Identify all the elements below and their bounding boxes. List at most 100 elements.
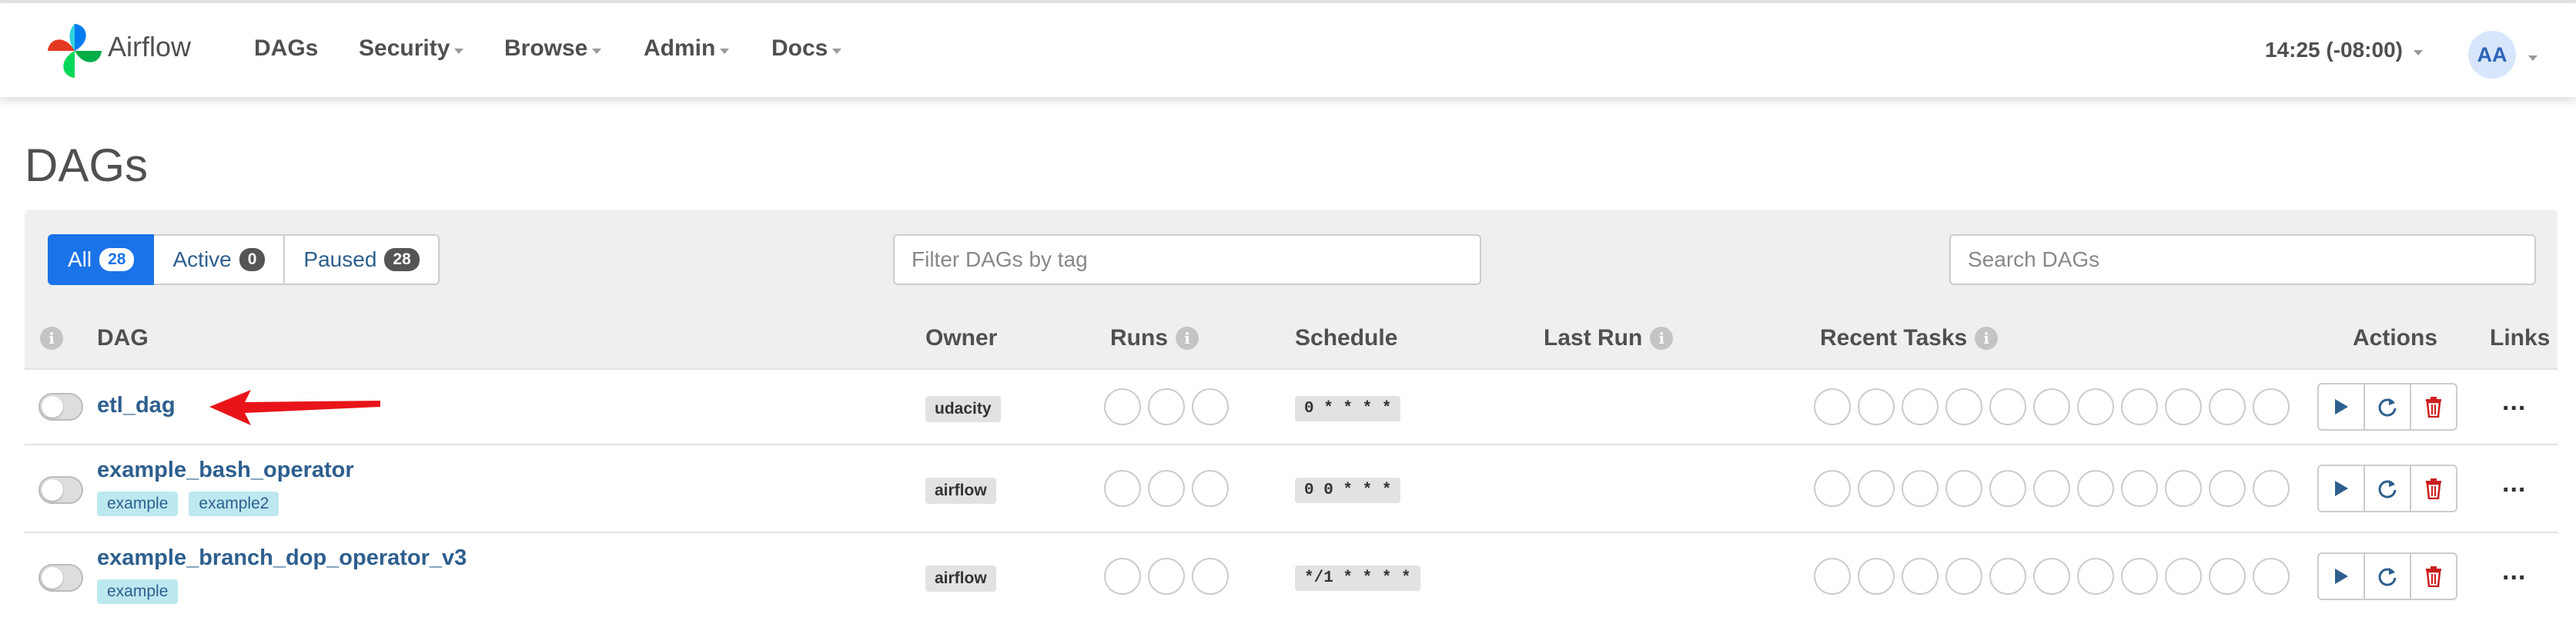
more-dots-icon[interactable]: ... <box>2502 468 2526 498</box>
more-dots-icon[interactable]: ... <box>2502 387 2526 417</box>
search-dags-input[interactable] <box>1949 234 2536 285</box>
task-state-circle[interactable] <box>1814 558 1851 595</box>
task-state-circle[interactable] <box>2077 388 2114 425</box>
task-state-circle[interactable] <box>1945 470 1982 507</box>
tag-filter-input[interactable] <box>893 234 1481 285</box>
task-state-circle[interactable] <box>1814 470 1851 507</box>
task-state-circle[interactable] <box>2209 470 2246 507</box>
owner-badge[interactable]: airflow <box>925 566 996 592</box>
timezone-dropdown[interactable]: 14:25 (-08:00) <box>2265 38 2423 62</box>
user-avatar[interactable]: AA <box>2468 31 2516 79</box>
task-state-circle[interactable] <box>2165 388 2202 425</box>
task-state-circle[interactable] <box>1902 388 1939 425</box>
run-state-circle[interactable] <box>1104 388 1141 425</box>
info-icon[interactable]: i <box>1650 327 1674 350</box>
tag-badge[interactable]: example <box>97 579 179 604</box>
tag-badge[interactable]: example <box>97 492 179 516</box>
task-state-circle[interactable] <box>1814 388 1851 425</box>
task-state-circle[interactable] <box>2209 388 2246 425</box>
filter-active-button[interactable]: Active 0 <box>154 234 286 285</box>
schedule-badge[interactable]: 0 0 * * * <box>1295 478 1401 503</box>
pause-toggle[interactable] <box>38 476 83 504</box>
schedule-badge[interactable]: */1 * * * * <box>1295 566 1420 591</box>
refresh-dag-button[interactable] <box>2364 552 2411 600</box>
table-row: etl_dag udacity 0 * * * * ... <box>25 368 2558 445</box>
dag-link[interactable]: example_branch_dop_operator_v3 <box>97 545 467 571</box>
owner-badge[interactable]: airflow <box>925 478 996 504</box>
run-state-circle[interactable] <box>1192 470 1229 507</box>
task-state-circle[interactable] <box>2121 558 2158 595</box>
header-owner[interactable]: Owner <box>925 325 997 351</box>
actions-group <box>2317 383 2457 431</box>
run-state-circle[interactable] <box>1104 470 1141 507</box>
filter-paused-label: Paused <box>303 247 377 271</box>
run-state-circle[interactable] <box>1104 558 1141 595</box>
run-state-circle[interactable] <box>1148 388 1185 425</box>
nav-admin[interactable]: Admin <box>644 35 730 62</box>
delete-dag-button[interactable] <box>2410 383 2457 431</box>
task-state-circle[interactable] <box>2121 470 2158 507</box>
run-state-circle[interactable] <box>1192 388 1229 425</box>
pause-toggle[interactable] <box>38 564 83 592</box>
run-state-circle[interactable] <box>1192 558 1229 595</box>
task-state-circle[interactable] <box>1945 388 1982 425</box>
task-state-circle[interactable] <box>1902 470 1939 507</box>
task-state-circle[interactable] <box>2077 470 2114 507</box>
pause-toggle[interactable] <box>38 393 83 421</box>
dag-tags: example <box>97 579 179 604</box>
task-state-circle[interactable] <box>2033 470 2070 507</box>
delete-dag-button[interactable] <box>2410 552 2457 600</box>
task-state-circle[interactable] <box>1989 470 2026 507</box>
nav-docs[interactable]: Docs <box>771 35 842 62</box>
task-state-circle[interactable] <box>2033 388 2070 425</box>
nav-dags[interactable]: DAGs <box>254 35 318 62</box>
refresh-icon <box>2378 480 2397 498</box>
more-dots-icon[interactable]: ... <box>2502 556 2526 586</box>
task-state-circle[interactable] <box>1989 558 2026 595</box>
trigger-dag-button[interactable] <box>2317 383 2365 431</box>
task-state-circle[interactable] <box>1989 388 2026 425</box>
task-state-circle[interactable] <box>2077 558 2114 595</box>
refresh-dag-button[interactable] <box>2364 465 2411 512</box>
header-dag[interactable]: DAG <box>97 325 149 351</box>
nav-browse[interactable]: Browse <box>504 35 602 62</box>
trigger-dag-button[interactable] <box>2317 552 2365 600</box>
header-links: Links <box>2490 325 2551 351</box>
task-state-circle[interactable] <box>1858 558 1895 595</box>
nav-browse-label: Browse <box>504 35 588 61</box>
task-state-circle[interactable] <box>1858 470 1895 507</box>
airflow-logo[interactable]: Airflow <box>45 20 191 82</box>
tag-badge[interactable]: example2 <box>189 492 279 516</box>
pinwheel-logo-icon <box>47 23 102 79</box>
filter-active-count: 0 <box>239 248 266 271</box>
task-state-circle[interactable] <box>1902 558 1939 595</box>
filter-all-button[interactable]: All 28 <box>48 234 155 285</box>
task-state-circle[interactable] <box>2121 388 2158 425</box>
task-state-circle[interactable] <box>2165 470 2202 507</box>
info-icon[interactable]: i <box>1176 327 1199 350</box>
task-state-circle[interactable] <box>2253 388 2290 425</box>
header-schedule: Schedule <box>1295 325 1398 351</box>
task-state-circle[interactable] <box>2253 558 2290 595</box>
run-state-circle[interactable] <box>1148 470 1185 507</box>
schedule-badge[interactable]: 0 * * * * <box>1295 396 1401 421</box>
info-icon[interactable]: i <box>40 327 63 350</box>
task-state-circle[interactable] <box>2165 558 2202 595</box>
task-state-circle[interactable] <box>2209 558 2246 595</box>
owner-badge[interactable]: udacity <box>925 396 1001 422</box>
dag-link[interactable]: example_bash_operator <box>97 458 354 483</box>
delete-dag-button[interactable] <box>2410 465 2457 512</box>
run-state-circle[interactable] <box>1148 558 1185 595</box>
chevron-down-icon <box>2528 55 2538 61</box>
nav-security[interactable]: Security <box>359 35 464 62</box>
info-icon[interactable]: i <box>1975 327 1999 350</box>
dag-link[interactable]: etl_dag <box>97 393 176 418</box>
task-state-circle[interactable] <box>1858 388 1895 425</box>
refresh-dag-button[interactable] <box>2364 383 2411 431</box>
task-state-circle[interactable] <box>2253 470 2290 507</box>
task-state-circle[interactable] <box>2033 558 2070 595</box>
trigger-dag-button[interactable] <box>2317 465 2365 512</box>
filter-paused-button[interactable]: Paused 28 <box>285 234 440 285</box>
task-state-circle[interactable] <box>1945 558 1982 595</box>
header-last-run: Last Run i <box>1544 325 1674 351</box>
